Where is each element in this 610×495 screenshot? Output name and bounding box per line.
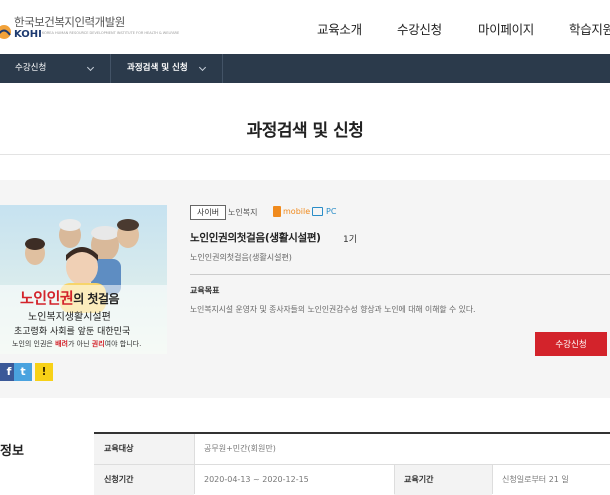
location-bar: 수강신청 과정검색 및 신청 <box>0 54 610 83</box>
course-generation: 1기 <box>343 235 358 245</box>
table-value-edu-period: 신청일로부터 21 일 <box>502 475 569 484</box>
table-col-divider <box>492 465 493 494</box>
thumbnail-line2: 노인의 인권은 배려가 아닌 권리여야 합니다. <box>12 339 141 349</box>
pc-label: PC <box>326 207 337 216</box>
apply-button[interactable]: 수강신청 <box>535 332 607 356</box>
course-subtitle: 노인인권의첫걸음(생활시설편) <box>190 253 292 262</box>
nav-my-page[interactable]: 마이페이지 <box>478 19 534 38</box>
course-category: 노인복지 <box>228 208 258 217</box>
mobile-label: mobile <box>283 207 311 216</box>
title-band: 과정검색 및 신청 <box>0 83 610 155</box>
table-col-divider <box>394 465 395 494</box>
twitter-icon[interactable]: t <box>14 363 32 381</box>
course-divider <box>190 274 610 275</box>
thumbnail-title-main: 노인인권 <box>20 289 74 307</box>
thumbnail-line2-d: 권리 <box>91 340 105 348</box>
thumbnail-line2-b: 배려 <box>55 340 68 348</box>
table-header-target: 교육대상 <box>94 434 194 464</box>
site-logo[interactable]: 한국보건복지인력개발원 KOHI KOREA HUMAN RESOURCE DE… <box>0 12 180 42</box>
chevron-down-icon[interactable] <box>198 63 207 72</box>
table-col-divider <box>194 434 195 494</box>
table-value-apply-period: 2020-04-13 ~ 2020-12-15 <box>204 475 309 484</box>
logo-korean-name: 한국보건복지인력개발원 <box>14 15 125 29</box>
nav-learning-support[interactable]: 학습지원 <box>569 19 610 38</box>
mobile-icon <box>273 206 281 217</box>
course-title: 노인인권의첫걸음(생활시설편) <box>190 232 321 244</box>
pc-icon <box>312 207 323 216</box>
location-divider <box>110 54 111 83</box>
logo-english-name: KOHI <box>14 29 42 40</box>
thumbnail-line2-a: 노인의 인권은 <box>12 340 56 348</box>
kakao-icon[interactable]: ! <box>35 363 53 381</box>
thumbnail-title: 노인인권의 첫걸음 <box>20 287 120 308</box>
nav-course-registration[interactable]: 수강신청 <box>397 19 442 38</box>
thumbnail-subtitle: 노인복지생활시설편 <box>28 312 111 323</box>
logo-english-subtitle: KOREA HUMAN RESOURCE DEVELOPMENT INSTITU… <box>42 31 180 35</box>
table-header-apply-period: 신청기간 <box>94 465 194 495</box>
goal-text: 노인복지시설 운영자 및 종사자들의 노인인권감수성 향상과 노인에 대해 이해… <box>190 305 476 314</box>
course-type-badge: 사이버 <box>190 205 227 220</box>
course-thumbnail: 노인인권의 첫걸음 노인복지생활시설편 초고령화 사회를 앞둔 대한민국 노인의… <box>0 205 167 354</box>
location-item-registration[interactable]: 수강신청 <box>15 54 46 83</box>
thumbnail-line1: 초고령화 사회를 앞둔 대한민국 <box>14 327 131 337</box>
info-heading: 정보 <box>0 444 24 459</box>
location-item-course-search[interactable]: 과정검색 및 신청 <box>127 54 188 83</box>
table-header-edu-period: 교육기간 <box>394 465 492 495</box>
location-divider <box>222 54 223 83</box>
site-header: 한국보건복지인력개발원 KOHI KOREA HUMAN RESOURCE DE… <box>0 0 610 54</box>
thumbnail-line2-e: 여야 합니다. <box>104 340 142 348</box>
nav-education-intro[interactable]: 교육소개 <box>317 19 362 38</box>
goal-heading: 교육목표 <box>190 286 220 295</box>
page-title: 과정검색 및 신청 <box>246 121 364 141</box>
table-value-target: 공무원+민간(회원만) <box>204 444 276 453</box>
chevron-down-icon[interactable] <box>86 63 95 72</box>
logo-mark-icon <box>0 25 11 39</box>
thumbnail-line2-c: 가 아닌 <box>67 340 92 348</box>
thumbnail-title-rest: 의 첫걸음 <box>73 292 120 306</box>
